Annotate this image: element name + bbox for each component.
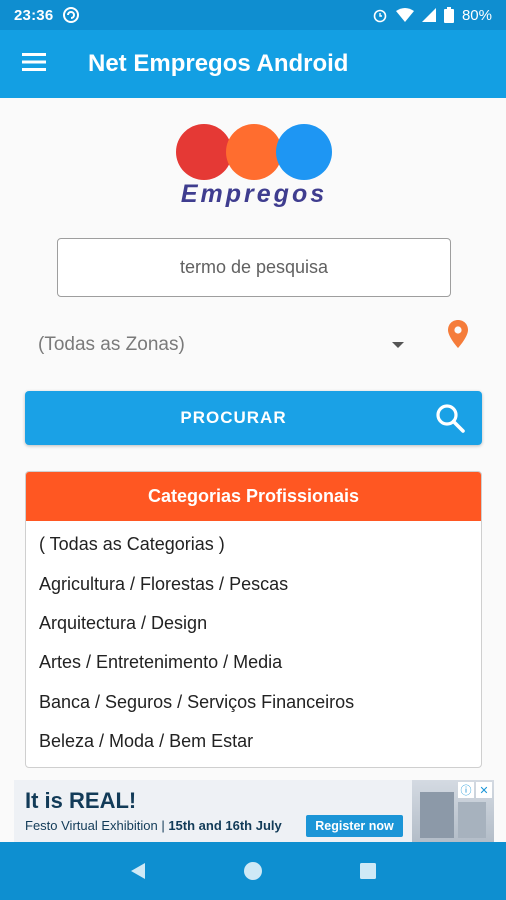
categories-panel: Categorias Profissionais ( Todas as Cate… <box>25 471 482 768</box>
ad-subtitle-prefix: Festo Virtual Exhibition | <box>25 818 169 833</box>
ad-subtitle-dates: 15th and 16th July <box>168 818 282 833</box>
ad-image-block <box>458 802 486 838</box>
cell-signal-icon <box>421 8 436 22</box>
categories-header: Categorias Profissionais <box>26 472 481 521</box>
category-item-banca[interactable]: Banca / Seguros / Serviços Financeiros <box>26 683 481 722</box>
hamburger-menu-icon[interactable] <box>22 52 46 76</box>
ad-subtitle: Festo Virtual Exhibition | 15th and 16th… <box>25 818 282 833</box>
ad-choices[interactable]: ⓘ ✕ <box>458 782 492 798</box>
category-item-arquitectura[interactable]: Arquitectura / Design <box>26 604 481 643</box>
category-item-all[interactable]: ( Todas as Categorias ) <box>26 525 481 564</box>
logo-circle-red <box>176 124 232 180</box>
ad-image-block <box>420 792 454 838</box>
battery-icon <box>443 7 454 23</box>
logo-circle-blue <box>276 124 332 180</box>
zone-select-value: (Todas as Zonas) <box>38 334 185 355</box>
sync-icon <box>63 7 80 23</box>
status-bar: 23:36 80% <box>0 0 506 30</box>
navigation-bar <box>0 842 506 900</box>
close-icon[interactable]: ✕ <box>476 782 492 798</box>
ad-register-button[interactable]: Register now <box>306 815 403 837</box>
logo-text: Empregos <box>180 180 328 208</box>
logo: Empregos <box>174 124 334 210</box>
alarm-icon <box>372 7 388 23</box>
home-icon[interactable] <box>233 851 273 891</box>
magnifier-icon <box>434 402 466 439</box>
overview-icon[interactable] <box>348 851 388 891</box>
location-pin-icon[interactable] <box>447 320 469 355</box>
app-title: Net Empregos Android <box>88 50 349 77</box>
zone-select[interactable]: (Todas as Zonas) <box>38 325 404 365</box>
search-button-label: PROCURAR <box>180 408 287 427</box>
status-time: 23:36 <box>14 6 54 24</box>
category-item-artes[interactable]: Artes / Entretenimento / Media <box>26 643 481 682</box>
search-input[interactable] <box>57 238 451 297</box>
logo-circle-orange <box>226 124 282 180</box>
ad-banner[interactable]: It is REAL! Festo Virtual Exhibition | 1… <box>14 780 494 842</box>
category-item-beleza[interactable]: Beleza / Moda / Bem Estar <box>26 722 481 761</box>
battery-level: 80% <box>461 6 492 24</box>
back-icon[interactable] <box>118 851 158 891</box>
search-button[interactable]: PROCURAR <box>25 391 482 445</box>
ad-headline: It is REAL! <box>25 788 137 813</box>
app-bar: Net Empregos Android <box>0 30 506 98</box>
info-icon[interactable]: ⓘ <box>458 782 474 798</box>
categories-list: ( Todas as Categorias ) Agricultura / Fl… <box>26 521 481 761</box>
wifi-icon <box>395 8 414 22</box>
chevron-down-icon <box>392 342 404 348</box>
category-item-agricultura[interactable]: Agricultura / Florestas / Pescas <box>26 564 481 603</box>
